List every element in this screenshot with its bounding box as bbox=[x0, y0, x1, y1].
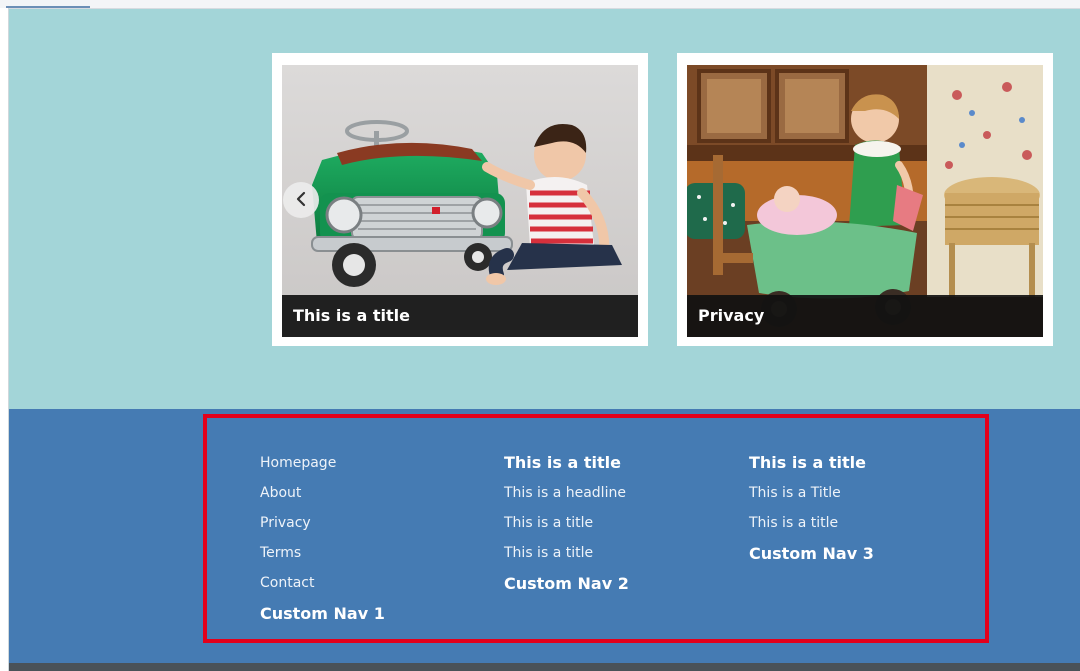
footer-column-1: Homepage About Privacy Terms Contact Cus… bbox=[260, 448, 480, 630]
slide-image-pedal-car: This is a title bbox=[282, 65, 638, 337]
footer-link[interactable]: This is a headline bbox=[504, 478, 724, 508]
active-tab-indicator bbox=[6, 6, 90, 8]
footer-link-contact[interactable]: Contact bbox=[260, 568, 480, 598]
footer-link[interactable]: This is a Title bbox=[749, 478, 969, 508]
chevron-left-icon bbox=[294, 191, 308, 210]
footer-link-terms[interactable]: Terms bbox=[260, 538, 480, 568]
footer-column-heading: This is a title bbox=[749, 453, 866, 472]
footer-column-heading: This is a title bbox=[504, 453, 621, 472]
browser-top-strip bbox=[0, 0, 1080, 9]
footer-column-2: This is a title This is a headline This … bbox=[504, 448, 724, 600]
carousel-prev-button[interactable] bbox=[283, 182, 319, 218]
footer-link[interactable]: This is a title bbox=[749, 508, 969, 538]
footer-bottom-bar bbox=[9, 663, 1080, 671]
footer-column-3: This is a title This is a Title This is … bbox=[749, 448, 969, 570]
left-edge-border bbox=[0, 8, 9, 671]
custom-nav-1-link[interactable]: Custom Nav 1 bbox=[260, 598, 480, 630]
custom-nav-3-link[interactable]: Custom Nav 3 bbox=[749, 538, 969, 570]
carousel-slide[interactable]: Privacy bbox=[677, 53, 1053, 346]
footer-link[interactable]: This is a title bbox=[504, 538, 724, 568]
footer-link-privacy[interactable]: Privacy bbox=[260, 508, 480, 538]
carousel-slide[interactable]: This is a title bbox=[272, 53, 648, 346]
footer-link-homepage[interactable]: Homepage bbox=[260, 448, 480, 478]
custom-nav-2-link[interactable]: Custom Nav 2 bbox=[504, 568, 724, 600]
footer-link-about[interactable]: About bbox=[260, 478, 480, 508]
footer-link[interactable]: This is a title bbox=[504, 508, 724, 538]
slide-caption: Privacy bbox=[687, 295, 1043, 337]
slide-image-dolls: Privacy bbox=[687, 65, 1043, 337]
slide-caption: This is a title bbox=[282, 295, 638, 337]
page: This is a title Privacy Homepage About P… bbox=[0, 0, 1080, 671]
